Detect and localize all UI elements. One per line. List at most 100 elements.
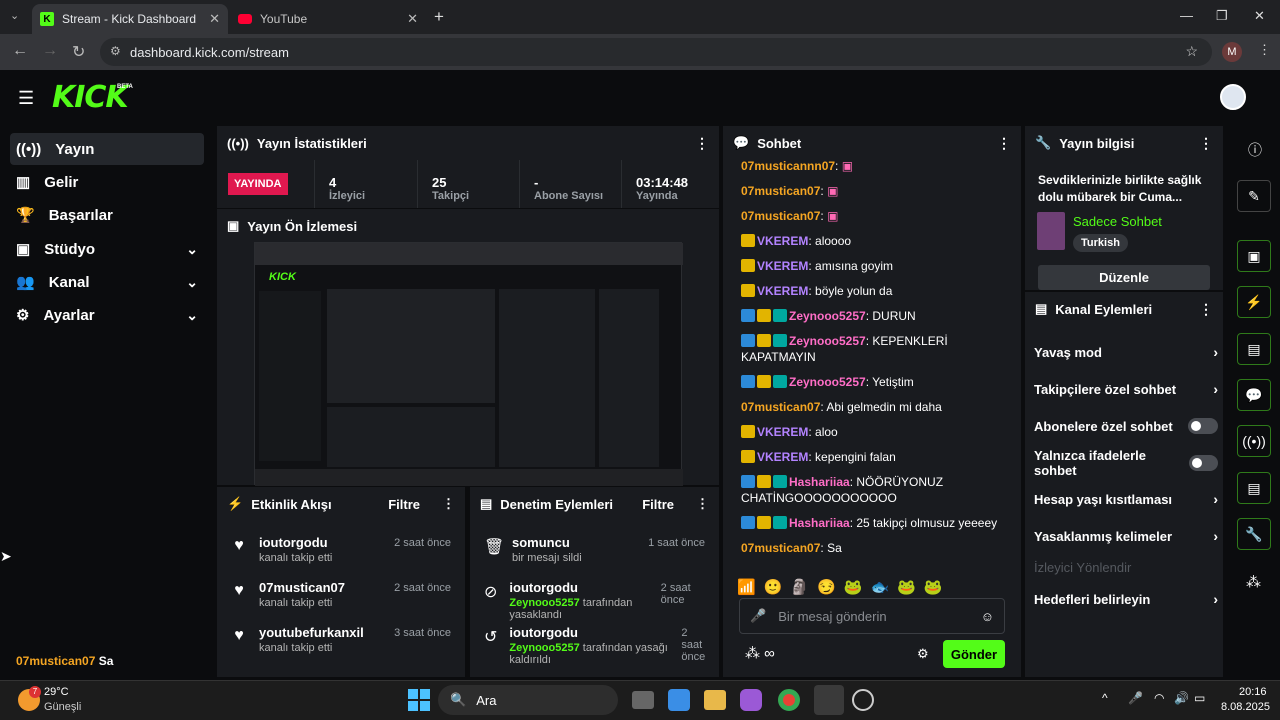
mod-user[interactable]: ioutorgodu: [509, 580, 648, 595]
back-icon[interactable]: ←: [12, 42, 28, 60]
clock-date[interactable]: 8.08.2025: [1221, 701, 1270, 713]
mod-actor[interactable]: Zeynooo5257: [509, 597, 579, 609]
feed-user[interactable]: ioutorgodu: [259, 535, 332, 550]
feed-user[interactable]: youtubefurkanxil: [259, 625, 364, 640]
mod-user[interactable]: somuncu: [512, 535, 582, 550]
filter-button[interactable]: Filtre: [642, 497, 674, 512]
chat-messages[interactable]: 07musticannn07: ▣ 07mustican07: ▣ 07mustic…: [723, 158, 1013, 578]
hamburger-menu-icon[interactable]: ☰: [18, 88, 34, 109]
chat-username[interactable]: 07mustican07: [741, 209, 820, 223]
emotes-only-toggle[interactable]: [1188, 455, 1218, 471]
emote-icon[interactable]: 🐸: [844, 578, 863, 600]
preview-toggle-button[interactable]: ▣: [1237, 240, 1271, 272]
emote-icon[interactable]: 😏: [817, 578, 836, 600]
mod-user[interactable]: ioutorgodu: [509, 625, 669, 640]
emote-icon[interactable]: 🙂: [764, 578, 783, 600]
forward-icon[interactable]: →: [42, 42, 58, 60]
chat-message[interactable]: 07mustican07: Sa: [723, 540, 1013, 556]
chat-message[interactable]: VKEREM: kepengini falan: [723, 449, 1013, 465]
tab-youtube[interactable]: YouTube ✕: [230, 4, 426, 34]
edit-layout-button[interactable]: ✎: [1237, 180, 1271, 212]
chat-toggle-button[interactable]: 💬: [1237, 379, 1271, 411]
more-options-icon[interactable]: ⋮: [1199, 135, 1213, 152]
sidebar-item-kanal[interactable]: 👥 Kanal ⌄: [10, 266, 204, 298]
chat-username[interactable]: VKEREM: [757, 425, 808, 439]
sidebar-item-basarilar[interactable]: 🏆 Başarılar: [10, 199, 204, 231]
chat-username[interactable]: Zeynooo5257: [789, 375, 866, 389]
close-tab-icon[interactable]: ✕: [407, 11, 418, 27]
chat-message[interactable]: Hashariiaa: 25 takipçi olmusuz yeeeey: [723, 515, 1013, 531]
battery-icon[interactable]: ▭: [1194, 691, 1205, 705]
chat-message[interactable]: 07musticannn07: ▣: [723, 158, 1013, 174]
chat-message[interactable]: Zeynooo5257: DURUN: [723, 308, 1013, 324]
chat-message[interactable]: 07mustican07: Abi gelmedin mi daha: [723, 399, 1013, 415]
new-tab-icon[interactable]: +: [434, 7, 444, 27]
tab-kick-dashboard[interactable]: K Stream - Kick Dashboard ✕: [32, 4, 228, 34]
volume-icon[interactable]: 🔊: [1174, 691, 1189, 705]
close-tab-icon[interactable]: ✕: [209, 11, 220, 27]
chat-username[interactable]: Zeynooo5257: [789, 334, 866, 348]
close-window-icon[interactable]: ✕: [1254, 8, 1265, 24]
action-subscribers-only[interactable]: Abonelere özel sohbet: [1034, 408, 1218, 444]
site-info-icon[interactable]: ⚙: [110, 44, 121, 58]
chat-input[interactable]: 🎤 Bir mesaj gönderin ☺: [739, 598, 1005, 634]
menu-kebab-icon[interactable]: ⋮: [1258, 42, 1271, 58]
chrome-icon[interactable]: [778, 689, 800, 711]
chat-username[interactable]: 07mustican07: [741, 541, 820, 555]
chat-username[interactable]: 07musticannn07: [741, 159, 835, 173]
taskbar-search[interactable]: 🔍 Ara: [438, 685, 618, 715]
chat-username[interactable]: VKEREM: [757, 450, 808, 464]
chat-message[interactable]: VKEREM: aloooo: [723, 233, 1013, 249]
emote-icon[interactable]: 🐸: [924, 578, 943, 600]
chat-username[interactable]: VKEREM: [757, 284, 808, 298]
sidebar-item-ayarlar[interactable]: ⚙ Ayarlar ⌄: [10, 299, 204, 331]
user-avatar[interactable]: [1220, 84, 1246, 110]
emote-bar[interactable]: 📶 🙂 🗿 😏 🐸 🐟 🐸 🐸: [737, 578, 1007, 600]
more-options-icon[interactable]: ⋮: [1199, 301, 1213, 318]
category-name[interactable]: Sadece Sohbet: [1073, 214, 1162, 229]
action-followers-only[interactable]: Takipçilere özel sohbet ›: [1034, 371, 1218, 407]
chat-message[interactable]: Zeynooo5257: KEPENKLERİ KAPATMAYIN: [723, 333, 1013, 365]
points-icon[interactable]: ⁂: [1246, 573, 1261, 591]
more-options-icon[interactable]: ⋮: [997, 135, 1011, 152]
emote-icon[interactable]: 🗿: [790, 578, 809, 600]
windows-start-icon[interactable]: [408, 689, 430, 711]
reload-icon[interactable]: ↻: [72, 42, 85, 62]
action-goals[interactable]: Hedefleri belirleyin ›: [1034, 581, 1218, 617]
maximize-icon[interactable]: ❐: [1216, 8, 1228, 24]
stream-info-toggle-button[interactable]: 🔧: [1237, 518, 1271, 550]
profile-avatar[interactable]: M: [1222, 42, 1242, 62]
mod-actor[interactable]: Zeynooo5257: [509, 642, 579, 654]
chat-username[interactable]: VKEREM: [757, 259, 808, 273]
chat-message[interactable]: VKEREM: böyle yolun da: [723, 283, 1013, 299]
chat-message[interactable]: Hashariiaa: NÖÖRÜYONUZ CHATİNGOOOOOOOOOO…: [723, 474, 1013, 506]
action-emotes-only[interactable]: Yalnızca ifadelerle sohbet: [1034, 445, 1218, 481]
chrome-profile-icon[interactable]: [814, 685, 844, 715]
emote-icon[interactable]: 🐸: [897, 578, 916, 600]
sidebar-item-yayin[interactable]: ((•)) Yayın: [10, 133, 204, 165]
more-options-icon[interactable]: ⋮: [696, 496, 709, 512]
edit-button[interactable]: Düzenle: [1038, 265, 1210, 290]
file-explorer-icon[interactable]: [704, 690, 726, 710]
stats-toggle-button[interactable]: ((•)): [1237, 425, 1271, 457]
filter-button[interactable]: Filtre: [388, 497, 420, 512]
sidebar-item-studyo[interactable]: ▣ Stüdyo ⌄: [10, 233, 204, 265]
chat-message[interactable]: 07mustican07: ▣: [723, 183, 1013, 199]
minimize-icon[interactable]: —: [1180, 8, 1193, 23]
chat-settings-icon[interactable]: ⚙: [917, 646, 929, 662]
microphone-icon[interactable]: 🎤: [1128, 691, 1143, 705]
task-view-icon[interactable]: [632, 691, 654, 709]
clock-time[interactable]: 20:16: [1239, 686, 1267, 698]
chat-username[interactable]: Zeynooo5257: [789, 309, 866, 323]
chat-username[interactable]: 07mustican07: [741, 184, 820, 198]
app-icon[interactable]: [852, 689, 874, 711]
tray-chevron-icon[interactable]: ^: [1102, 691, 1108, 705]
chat-message[interactable]: VKEREM: aloo: [723, 424, 1013, 440]
chat-username[interactable]: VKEREM: [757, 234, 808, 248]
action-account-age[interactable]: Hesap yaşı kısıtlaması ›: [1034, 481, 1218, 517]
emote-icon[interactable]: 🐟: [870, 578, 889, 600]
copilot-icon[interactable]: [740, 689, 762, 711]
more-options-icon[interactable]: ⋮: [695, 135, 709, 152]
chat-username[interactable]: 07mustican07: [741, 400, 820, 414]
points-icon[interactable]: ⁂ ∞: [745, 644, 775, 662]
